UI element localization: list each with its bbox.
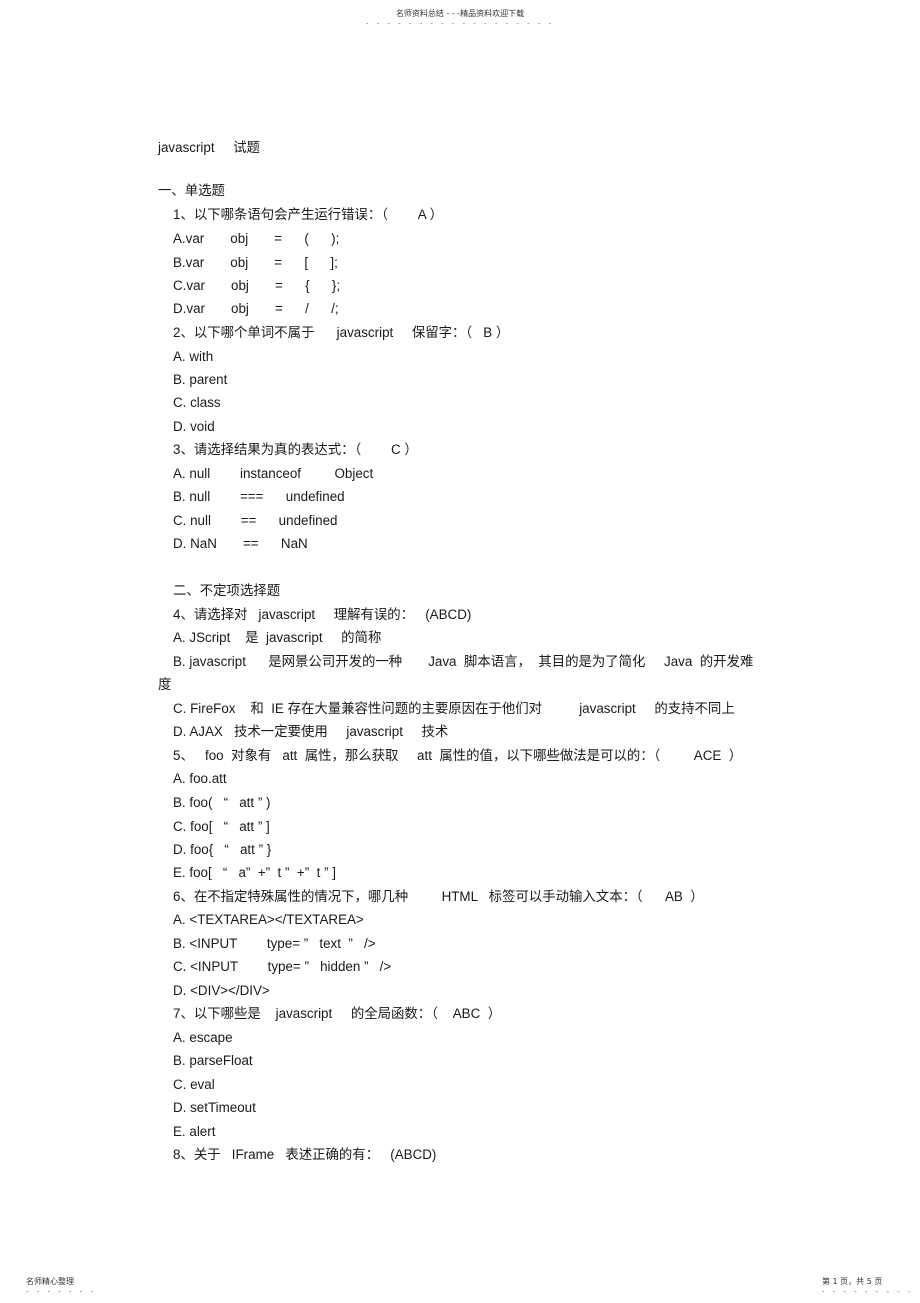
section-heading: 一、单选题 — [158, 183, 225, 198]
question-option: B. null === undefined — [173, 489, 345, 504]
page-number: 第 1 页，共 5 页 — [822, 1277, 883, 1286]
question-option: E. foo[ “ a” +” t ” +” t ” ] — [173, 865, 336, 880]
document-title: javascript 试题 — [158, 140, 260, 155]
question-option: D. foo{ “ att ” } — [173, 842, 272, 857]
question-option: D. setTimeout — [173, 1100, 256, 1115]
question-option: B.var obj = [ ]; — [173, 255, 338, 270]
question-option: C. null == undefined — [173, 513, 338, 528]
question-option: B. parent — [173, 372, 228, 387]
question-option: A. null instanceof Object — [173, 466, 374, 481]
question-option: E. alert — [173, 1124, 216, 1139]
question-option: B. <INPUT type= ” text ” /> — [173, 936, 376, 951]
question-option: D. NaN == NaN — [173, 536, 308, 551]
question-option: C. foo[ “ att ” ] — [173, 819, 270, 834]
question-option: C. class — [173, 395, 221, 410]
header-text: 名师资料总结 - - -精品资料欢迎下载 — [395, 9, 525, 18]
question-prompt: 1、以下哪条语句会产生运行错误：（ A ） — [173, 207, 444, 222]
footer-left-dots: - - - - - - - — [26, 1288, 97, 1296]
question-option: A. escape — [173, 1030, 233, 1045]
question-option: B. foo( “ att ” ) — [173, 795, 271, 810]
footer-left-text: 名师精心整理 — [26, 1277, 74, 1286]
question-prompt: 6、在不指定特殊属性的情况下，哪几种 HTML 标签可以手动输入文本：（ AB … — [173, 889, 704, 904]
question-option: D.var obj = / /; — [173, 301, 339, 316]
question-option: C. <INPUT type= ” hidden ” /> — [173, 959, 392, 974]
question-prompt: 3、请选择结果为真的表达式：（ C ） — [173, 442, 418, 457]
question-option: A. <TEXTAREA></TEXTAREA> — [173, 912, 364, 927]
question-prompt: 8、关于 IFrame 表述正确的有： (ABCD) — [173, 1147, 437, 1162]
question-option: C. FireFox 和 IE 存在大量兼容性问题的主要原因在于他们对 java… — [173, 701, 735, 716]
header-dots: - - - - - - - - - - - - - - - - - - — [365, 20, 555, 28]
page-footer-right: 第 1 页，共 5 页 - - - - - - - - - — [822, 1276, 914, 1296]
question-option: B. javascript 是网景公司开发的一种 Java 脚本语言， 其目的是… — [173, 654, 754, 669]
question-prompt: 4、请选择对 javascript 理解有误的： (ABCD) — [173, 607, 472, 622]
question-option: D. void — [173, 419, 215, 434]
page-header: 名师资料总结 - - -精品资料欢迎下载 - - - - - - - - - -… — [0, 8, 920, 28]
footer-right-dots: - - - - - - - - - — [822, 1288, 914, 1296]
question-option: A. foo.att — [173, 771, 227, 786]
question-option: A. with — [173, 349, 214, 364]
question-option: A.var obj = ( ); — [173, 231, 340, 246]
section-heading: 二、不定项选择题 — [173, 583, 281, 598]
question-option: B. parseFloat — [173, 1053, 253, 1068]
page-footer-left: 名师精心整理 - - - - - - - — [26, 1276, 96, 1296]
question-option: A. JScript 是 javascript 的简称 — [173, 630, 382, 645]
question-prompt: 5、 foo 对象有 att 属性，那么获取 att 属性的值，以下哪些做法是可… — [173, 748, 743, 763]
question-prompt: 7、以下哪些是 javascript 的全局函数：（ ABC ） — [173, 1006, 502, 1021]
question-option: D. AJAX 技术一定要使用 javascript 技术 — [173, 724, 449, 739]
question-option: D. <DIV></DIV> — [173, 983, 270, 998]
question-option: C. eval — [173, 1077, 215, 1092]
question-prompt: 2、以下哪个单词不属于 javascript 保留字：（ B ） — [173, 325, 510, 340]
question-option-continued: 度 — [158, 677, 172, 692]
question-option: C.var obj = { }; — [173, 278, 341, 293]
